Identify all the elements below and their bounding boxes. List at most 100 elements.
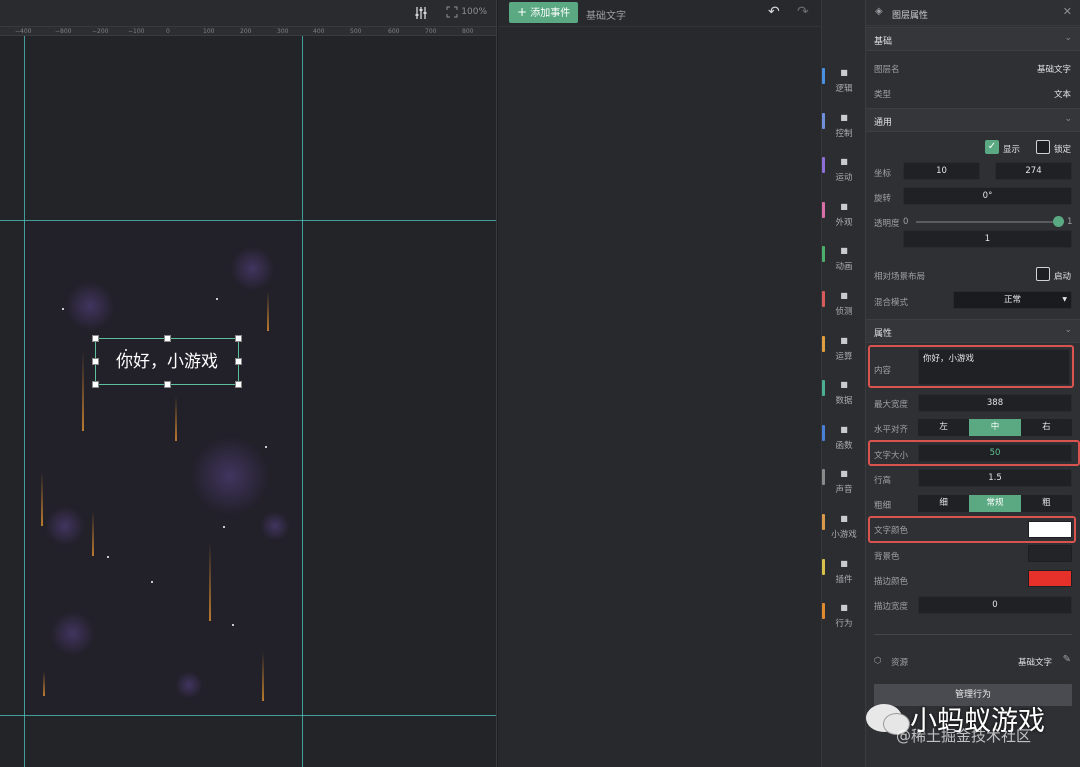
meteor	[41, 471, 43, 526]
resize-handle[interactable]	[164, 335, 171, 342]
edit-icon[interactable]: ✎	[1063, 654, 1071, 665]
layer-name-label: 图层名	[874, 65, 900, 75]
section-basic[interactable]: 基础 ⌄	[866, 27, 1080, 51]
watermark-sub: @稀土掘金技术社区	[896, 727, 1032, 745]
category-plugin[interactable]: ■ 插件	[822, 553, 866, 593]
category-gamepad[interactable]: ■ 控制	[822, 107, 866, 147]
opacity-input[interactable]: 1	[903, 230, 1072, 248]
redo-icon[interactable]: ↷	[797, 4, 809, 20]
category-running[interactable]: ■ 运动	[822, 151, 866, 191]
category-calculator[interactable]: ■ 运算	[822, 330, 866, 370]
content-textarea[interactable]: 你好，小游戏	[918, 349, 1070, 385]
section-title: 基础	[874, 37, 893, 47]
nebula	[45, 506, 85, 546]
resize-handle[interactable]	[235, 358, 242, 365]
resource-label: 资源	[891, 658, 909, 668]
category-database[interactable]: ■ 数据	[822, 374, 866, 414]
chevron-down-icon: ⌄	[1064, 325, 1072, 335]
weight-segmented[interactable]: 细 常规 粗	[918, 495, 1072, 512]
meteor	[209, 541, 211, 621]
opacity-slider-handle[interactable]	[1053, 216, 1064, 227]
category-film[interactable]: ■ 动画	[822, 240, 866, 280]
category-label: 动画	[835, 262, 853, 273]
relative-layout-checkbox[interactable]	[1036, 267, 1050, 281]
section-attributes[interactable]: 属性 ⌄	[866, 319, 1080, 343]
film-icon: ■	[840, 246, 848, 256]
sliders-icon[interactable]	[414, 6, 428, 20]
category-color-bar	[822, 514, 825, 530]
cube-icon: ⬡	[874, 656, 882, 666]
text-color-label: 文字颜色	[874, 526, 909, 536]
resize-handle[interactable]	[235, 335, 242, 342]
layer-properties-panel: ◈ 图层属性 ✕ 基础 ⌄ 图层名 基础文字 类型 文本 通用 ⌄ ✓ 显示 锁定 …	[865, 0, 1080, 767]
nebula	[230, 246, 275, 291]
chevron-down-icon: ⌄	[1064, 114, 1072, 124]
category-label: 小游戏	[831, 530, 857, 540]
resize-handle[interactable]	[92, 381, 99, 388]
font-size-input[interactable]: 50	[918, 444, 1072, 462]
weight-normal-option[interactable]: 常规	[969, 495, 1021, 512]
coord-x-input[interactable]: 10	[903, 162, 980, 180]
category-behavior[interactable]: ■ 行为	[822, 597, 866, 637]
max-width-input[interactable]: 388	[918, 394, 1072, 412]
show-checkbox[interactable]: ✓	[985, 140, 999, 154]
ruler-tick-label: 300	[277, 28, 289, 35]
weight-bold-option[interactable]: 粗	[1021, 495, 1072, 512]
zoom-level[interactable]: 100%	[461, 7, 487, 17]
category-color-bar	[822, 291, 825, 307]
coord-y-input[interactable]: 274	[995, 162, 1072, 180]
resize-handle[interactable]	[164, 381, 171, 388]
undo-icon[interactable]: ↶	[768, 4, 780, 20]
event-editor[interactable]: + 添加事件 基础文字 ↶ ↷	[498, 0, 821, 767]
lock-label: 锁定	[1054, 145, 1072, 155]
category-label: 侦测	[835, 307, 853, 317]
line-height-label: 行高	[874, 476, 892, 486]
close-icon[interactable]: ✕	[1063, 5, 1072, 18]
layer-name-value[interactable]: 基础文字	[1037, 63, 1071, 75]
stroke-width-input[interactable]: 0	[918, 596, 1072, 614]
opacity-slider-track[interactable]	[916, 221, 1058, 223]
align-right-option[interactable]: 右	[1021, 419, 1072, 436]
fit-screen-icon[interactable]	[445, 6, 459, 20]
section-general[interactable]: 通用 ⌄	[866, 108, 1080, 132]
h-align-segmented[interactable]: 左 中 右	[918, 419, 1072, 436]
game-stage[interactable]	[25, 221, 302, 715]
category-microphone[interactable]: ■ 声音	[822, 463, 866, 503]
scene-canvas[interactable]: 100% −400 −800 −200 −100 0 100 200 300 400 500 600…	[0, 0, 497, 767]
block-category-rail: ■ 逻辑 ■ 控制 ■ 运动 ■ 外观 ■ 动画 ■ 侦测 ■ 运算 ■ 数据 ■ 函数 ■ 声音 ■ 小游戏 ■ 插件 ■ 行为	[821, 0, 865, 767]
selected-text-element[interactable]: 你好，小游戏	[92, 335, 242, 388]
microphone-icon: ■	[840, 469, 848, 479]
text-color-swatch[interactable]	[1028, 521, 1072, 538]
lock-checkbox[interactable]	[1036, 140, 1050, 154]
blend-select[interactable]: 正常 ▼	[953, 291, 1072, 309]
bg-color-swatch[interactable]	[1028, 545, 1072, 562]
align-center-option[interactable]: 中	[969, 419, 1021, 436]
panel-title: 图层属性	[892, 11, 929, 21]
rotate-input[interactable]: 0°	[903, 187, 1072, 205]
ruler-tick-label: −200	[92, 28, 109, 35]
add-event-button[interactable]: + 添加事件	[509, 2, 579, 23]
category-puzzle[interactable]: ■ 小游戏	[822, 508, 866, 548]
category-color-bar	[822, 603, 825, 620]
category-label: 插件	[835, 574, 853, 585]
shirt-icon: ■	[840, 201, 848, 211]
bg-color-label: 背景色	[874, 552, 900, 562]
align-left-option[interactable]: 左	[918, 419, 969, 436]
weight-thin-option[interactable]: 细	[918, 495, 969, 512]
category-color-bar	[822, 68, 825, 84]
category-signal[interactable]: ■ 侦测	[822, 285, 866, 325]
opacity-label: 透明度	[874, 219, 900, 229]
opacity-max: 1	[1067, 217, 1073, 227]
resize-handle[interactable]	[92, 335, 99, 342]
nebula	[50, 611, 95, 656]
line-height-input[interactable]: 1.5	[918, 469, 1072, 487]
resize-handle[interactable]	[92, 358, 99, 365]
category-label: 数据	[835, 396, 853, 407]
opacity-min: 0	[903, 217, 909, 227]
category-color-bar	[822, 246, 825, 263]
category-shirt[interactable]: ■ 外观	[822, 196, 866, 236]
category-function[interactable]: ■ 函数	[822, 419, 866, 459]
resize-handle[interactable]	[235, 381, 242, 388]
category-sitemap[interactable]: ■ 逻辑	[822, 62, 866, 102]
stroke-color-swatch[interactable]	[1028, 570, 1072, 587]
